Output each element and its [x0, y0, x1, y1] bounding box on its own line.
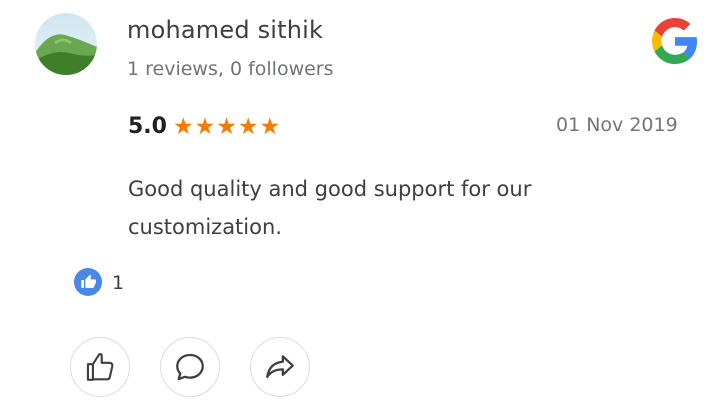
like-count: 1 [112, 272, 125, 294]
comment-button[interactable] [160, 337, 220, 397]
star-icon: ★ [216, 114, 237, 140]
star-rating: ★ ★ ★ ★ ★ [173, 114, 280, 141]
like-button[interactable] [70, 337, 130, 397]
reviewer-meta: 1 reviews, 0 followers [127, 58, 334, 80]
star-icon: ★ [194, 114, 216, 140]
avatar[interactable] [35, 13, 97, 75]
google-logo-icon [652, 18, 698, 64]
review-date: 01 Nov 2019 [556, 114, 678, 136]
share-button[interactable] [250, 337, 310, 397]
star-icon: ★ [237, 114, 259, 140]
share-icon [266, 355, 294, 379]
star-icon: ★ [173, 114, 194, 140]
review-text: Good quality and good support for our cu… [128, 177, 532, 239]
comment-icon [176, 353, 204, 381]
rating-value: 5.0 [128, 114, 167, 139]
reviewer-name[interactable]: mohamed sithik [127, 16, 323, 44]
star-icon: ★ [259, 114, 281, 140]
thumbs-up-icon [86, 353, 114, 381]
thumbs-up-icon [74, 268, 102, 296]
